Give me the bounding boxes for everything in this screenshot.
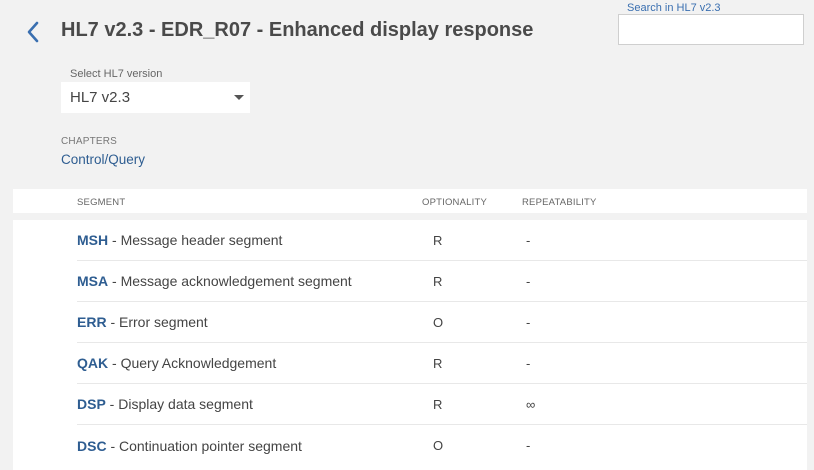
search-input[interactable] bbox=[618, 14, 804, 45]
column-header-segment: SEGMENT bbox=[77, 197, 126, 208]
chapter-link-control-query[interactable]: Control/Query bbox=[61, 152, 145, 167]
table-row: QAK - Query Acknowledgement R - bbox=[77, 343, 807, 384]
dropdown-caret-icon bbox=[234, 95, 244, 100]
chapters-label: CHAPTERS bbox=[61, 136, 118, 147]
repeatability-cell: ∞ bbox=[526, 396, 536, 412]
segment-code-link[interactable]: MSA bbox=[77, 273, 108, 289]
segment-cell: MSH - Message header segment bbox=[77, 232, 282, 248]
table-row: MSA - Message acknowledgement segment R … bbox=[77, 261, 807, 302]
search-label: Search in HL7 v2.3 bbox=[627, 2, 721, 14]
segment-cell: DSC - Continuation pointer segment bbox=[77, 438, 302, 454]
repeatability-cell: - bbox=[526, 314, 531, 330]
segment-code-link[interactable]: ERR bbox=[77, 314, 107, 330]
segment-code-link[interactable]: DSP bbox=[77, 396, 106, 412]
segment-description: - Message header segment bbox=[108, 232, 283, 248]
segment-table-header: SEGMENT OPTIONALITY REPEATABILITY bbox=[13, 189, 807, 213]
segment-description: - Display data segment bbox=[105, 396, 253, 412]
optionality-cell: R bbox=[433, 273, 443, 289]
segment-description: - Error segment bbox=[106, 314, 208, 330]
segment-description: - Query Acknowledgement bbox=[108, 355, 277, 371]
repeatability-cell: - bbox=[526, 355, 531, 371]
segment-table: MSH - Message header segment R - MSA - M… bbox=[13, 220, 807, 470]
table-row: MSH - Message header segment R - bbox=[77, 220, 807, 261]
repeatability-cell: - bbox=[526, 232, 531, 248]
segment-code-link[interactable]: DSC bbox=[77, 438, 107, 454]
segment-cell: DSP - Display data segment bbox=[77, 396, 253, 412]
segment-code-link[interactable]: QAK bbox=[77, 355, 108, 371]
segment-cell: QAK - Query Acknowledgement bbox=[77, 355, 276, 371]
optionality-cell: O bbox=[433, 438, 444, 453]
repeatability-cell: - bbox=[526, 438, 531, 453]
back-button[interactable] bbox=[20, 18, 46, 46]
page-title: HL7 v2.3 - EDR_R07 - Enhanced display re… bbox=[61, 19, 534, 41]
table-row: DSP - Display data segment R ∞ bbox=[77, 384, 807, 425]
segment-description: - Continuation pointer segment bbox=[106, 437, 302, 454]
version-select[interactable]: HL7 v2.3 bbox=[61, 82, 250, 113]
optionality-cell: R bbox=[433, 355, 443, 371]
table-row: DSC - Continuation pointer segment O - bbox=[77, 425, 807, 466]
segment-cell: ERR - Error segment bbox=[77, 314, 208, 330]
repeatability-cell: - bbox=[526, 273, 531, 289]
table-row: ERR - Error segment O - bbox=[77, 302, 807, 343]
version-select-value: HL7 v2.3 bbox=[70, 89, 131, 106]
segment-description: - Message acknowledgement segment bbox=[108, 273, 352, 289]
column-header-optionality: OPTIONALITY bbox=[422, 197, 488, 208]
column-header-repeatability: REPEATABILITY bbox=[522, 197, 597, 208]
segment-code-link[interactable]: MSH bbox=[77, 232, 108, 248]
version-select-label: Select HL7 version bbox=[70, 68, 163, 80]
optionality-cell: R bbox=[433, 232, 443, 248]
optionality-cell: R bbox=[433, 396, 443, 412]
optionality-cell: O bbox=[433, 314, 444, 330]
segment-cell: MSA - Message acknowledgement segment bbox=[77, 273, 352, 289]
chevron-left-icon bbox=[27, 21, 39, 43]
